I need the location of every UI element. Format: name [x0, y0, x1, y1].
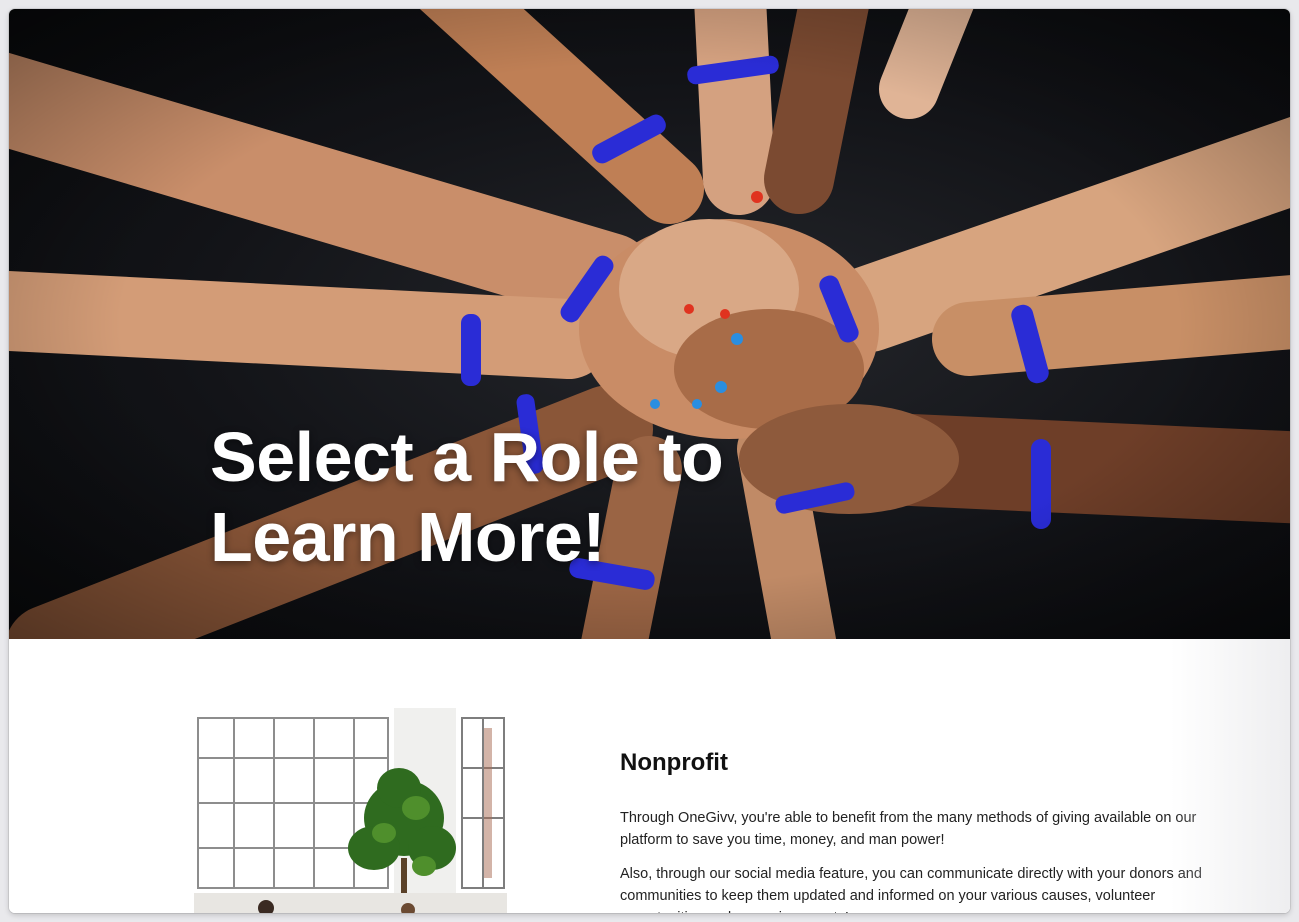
hero-banner: Select a Role to Learn More! [9, 9, 1290, 639]
role-paragraph-1: Through OneGivv, you're able to benefit … [620, 810, 1197, 848]
role-description: Nonprofit Through OneGivv, you're able t… [620, 749, 1230, 913]
browser-window: Select a Role to Learn More! Nonprofit T… [9, 9, 1290, 913]
hero-title: Select a Role to Learn More! [210, 418, 724, 576]
role-paragraph-2: Also, through our social media feature, … [620, 866, 1202, 913]
nonprofit-office-photo [194, 708, 507, 913]
role-section: Nonprofit Through OneGivv, you're able t… [9, 639, 1290, 913]
role-title: Nonprofit [620, 749, 728, 776]
